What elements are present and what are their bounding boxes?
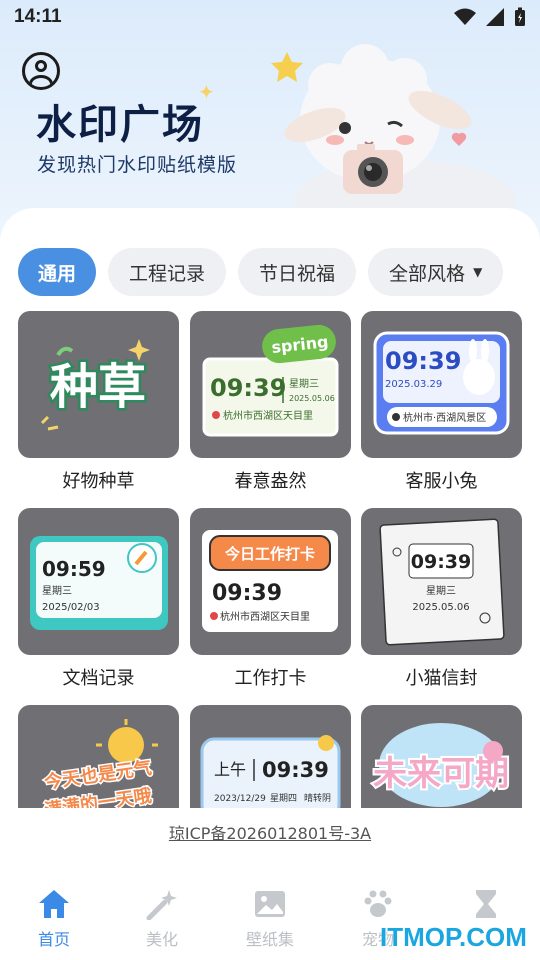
- thumb-weekday: 星期四: [270, 793, 297, 804]
- thumb-date: 2023/12/29: [214, 794, 266, 804]
- thumb-text: 未来可期: [373, 754, 509, 794]
- template-card[interactable]: 09:39 2025.03.29 杭州市·西湖风景区 客服小兔: [361, 311, 522, 493]
- template-thumbnail: spring 09:39 星期三 2025.05.06 杭州市西湖区天目里: [190, 311, 351, 458]
- template-card[interactable]: spring 09:39 星期三 2025.05.06 杭州市西湖区天目里 春意…: [190, 311, 351, 493]
- thumb-location: 杭州市西湖区天目里: [220, 610, 310, 623]
- tab-label: 壁纸集: [245, 930, 294, 949]
- icp-license-link[interactable]: 琼ICP备2026012801号-3A: [0, 820, 540, 844]
- template-thumbnail: 种草: [18, 311, 179, 458]
- site-watermark: ITMOP.COM: [380, 922, 527, 953]
- hourglass-icon: [476, 890, 496, 918]
- status-bar: 14:11: [0, 0, 540, 34]
- thumb-date: 2025.03.29: [385, 379, 442, 390]
- thumb-date: 2025.05.06: [289, 394, 335, 403]
- template-thumbnail: 09:39 星期三 2025.05.06: [361, 508, 522, 655]
- thumb-header: 今日工作打卡: [224, 545, 315, 563]
- status-time: 14:11: [14, 6, 62, 27]
- template-card[interactable]: 今天也是元气 满满的一天哦: [18, 705, 179, 808]
- chip-engineering[interactable]: 工程记录: [108, 248, 227, 296]
- magic-wand-icon: [146, 890, 177, 920]
- thumb-time: 09:39: [411, 551, 471, 573]
- template-card[interactable]: 今日工作打卡 09:39 杭州市西湖区天目里 工作打卡: [190, 508, 351, 690]
- wifi-icon: [454, 8, 476, 25]
- thumb-location: 杭州市西湖区天目里: [223, 409, 313, 422]
- template-card[interactable]: 09:39 星期三 2025.05.06 小猫信封: [361, 508, 522, 690]
- watermark-text: ITMOP.COM: [380, 922, 527, 952]
- template-thumbnail: 上午 09:39 2023/12/29 星期四 晴转阴: [190, 705, 351, 808]
- sheep-mascot-illustration: [271, 44, 515, 215]
- thumb-time: 09:39: [385, 347, 461, 375]
- template-name: 好物种草: [62, 471, 135, 492]
- thumb-time: 09:59: [42, 557, 106, 581]
- template-name: 工作打卡: [234, 668, 307, 689]
- chip-label: 通用: [38, 262, 77, 285]
- template-thumbnail: 今天也是元气 满满的一天哦: [18, 705, 179, 808]
- sparkle-icon: ✦: [198, 80, 215, 104]
- page-title: 水印广场: [36, 102, 204, 148]
- thumb-text: 种草: [50, 359, 146, 415]
- template-card[interactable]: 上午 09:39 2023/12/29 星期四 晴转阴: [190, 705, 351, 808]
- thumb-weekday: 星期三: [42, 585, 72, 597]
- image-icon: [255, 891, 285, 917]
- category-chips: 通用 工程记录 节日祝福 全部风格 ▼: [18, 248, 504, 296]
- home-icon: [39, 890, 69, 918]
- thumb-weekday: 星期三: [426, 585, 456, 597]
- chip-festival[interactable]: 节日祝福: [238, 248, 357, 296]
- template-name: 文档记录: [62, 668, 135, 689]
- content-panel: 通用 工程记录 节日祝福 全部风格 ▼ 种草 好物种草 spring 09:39…: [0, 208, 540, 808]
- tab-home[interactable]: 首页: [0, 880, 108, 960]
- chip-all-styles-dropdown[interactable]: 全部风格 ▼: [368, 248, 504, 296]
- profile-icon[interactable]: [22, 52, 60, 90]
- thumb-date: 2025/02/03: [42, 602, 100, 613]
- thumb-weekday: 星期三: [289, 378, 319, 390]
- paw-icon: [364, 890, 392, 917]
- status-icons: [454, 7, 526, 27]
- thumb-location: 杭州市·西湖风景区: [403, 411, 486, 424]
- template-card[interactable]: 09:59 星期三 2025/02/03 文档记录: [18, 508, 179, 690]
- template-card[interactable]: 种草 好物种草: [18, 311, 179, 493]
- caret-down-icon: ▼: [473, 265, 483, 279]
- template-name: 小猫信封: [405, 668, 478, 689]
- battery-icon: [515, 7, 525, 26]
- template-name: 春意盎然: [234, 471, 307, 492]
- template-thumbnail: 09:39 2025.03.29 杭州市·西湖风景区: [361, 311, 522, 458]
- template-thumbnail: 未来可期: [361, 705, 522, 808]
- thumb-time: 09:39: [212, 581, 282, 606]
- template-thumbnail: 09:59 星期三 2025/02/03: [18, 508, 179, 655]
- template-card[interactable]: 未来可期: [361, 705, 522, 808]
- template-name: 客服小兔: [405, 471, 478, 492]
- signal-icon: [486, 8, 504, 26]
- thumb-time: 09:39: [262, 758, 329, 782]
- template-thumbnail: 今日工作打卡 09:39 杭州市西湖区天目里: [190, 508, 351, 655]
- thumb-weather: 晴转阴: [304, 792, 331, 804]
- tab-label: 美化: [145, 930, 178, 949]
- tab-label: 首页: [37, 930, 70, 949]
- thumb-ampm: 上午: [214, 760, 246, 779]
- chip-label: 全部风格: [389, 262, 466, 285]
- chip-label: 工程记录: [129, 262, 206, 285]
- thumb-time: 09:39: [210, 374, 286, 402]
- chip-general[interactable]: 通用: [18, 248, 97, 296]
- tab-wallpapers[interactable]: 壁纸集: [216, 880, 324, 960]
- tab-beautify[interactable]: 美化: [108, 880, 216, 960]
- chip-label: 节日祝福: [259, 262, 336, 285]
- thumb-date: 2025.05.06: [412, 602, 469, 613]
- page-subtitle: 发现热门水印贴纸模版: [37, 154, 238, 176]
